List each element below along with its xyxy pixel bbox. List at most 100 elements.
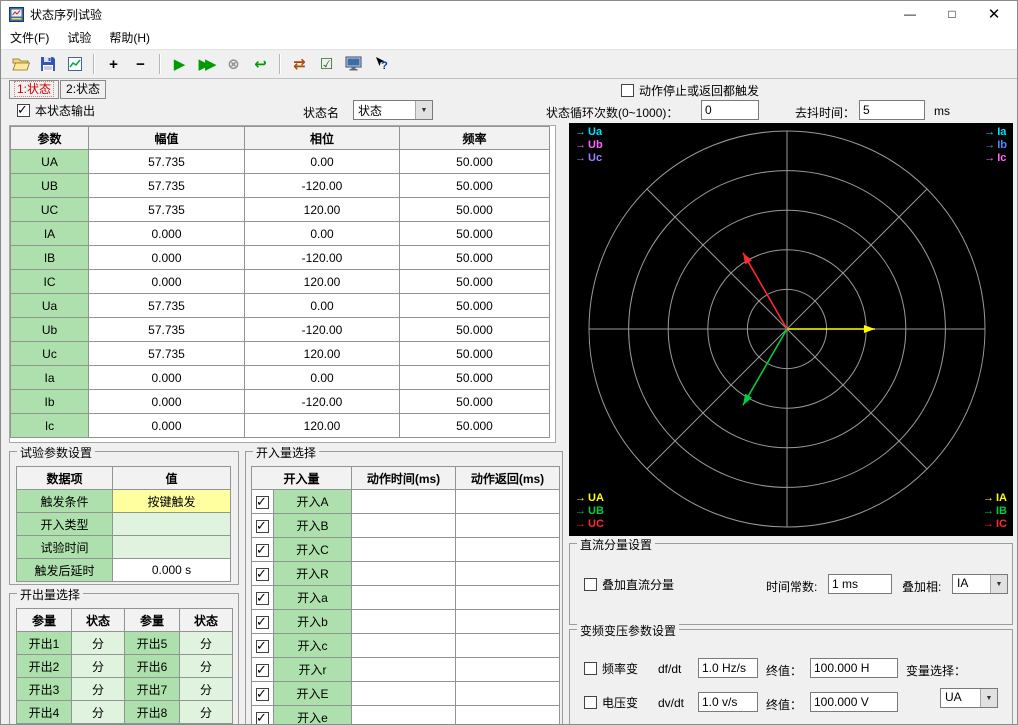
param-value-cell[interactable]: 57.735 bbox=[88, 149, 245, 174]
output-state-cell[interactable]: 分 bbox=[179, 631, 233, 655]
action-time-cell bbox=[351, 633, 457, 658]
checkbox[interactable] bbox=[256, 494, 269, 510]
menu-item[interactable]: 试验 bbox=[58, 27, 100, 49]
param-value-cell[interactable]: 50.000 bbox=[399, 389, 550, 414]
checkbox[interactable] bbox=[256, 614, 269, 630]
test-param-value-cell[interactable]: 按键触发 bbox=[112, 489, 231, 513]
output-state-cell[interactable]: 分 bbox=[179, 700, 233, 724]
param-value-cell[interactable]: 0.000 bbox=[88, 389, 245, 414]
param-value-cell[interactable]: 57.735 bbox=[88, 341, 245, 366]
state-output-checkbox[interactable]: 本状态输出 bbox=[17, 102, 95, 119]
param-value-cell[interactable]: 120.00 bbox=[244, 413, 400, 438]
output-state-cell[interactable]: 分 bbox=[179, 654, 233, 678]
checklist-icon[interactable]: ☑ bbox=[314, 52, 339, 76]
output-state-cell[interactable]: 分 bbox=[71, 700, 125, 724]
checkbox[interactable] bbox=[256, 710, 269, 724]
param-value-cell[interactable]: 120.00 bbox=[244, 341, 400, 366]
param-value-cell[interactable]: 50.000 bbox=[399, 413, 550, 438]
test-param-value-cell[interactable]: 0.000 s bbox=[112, 558, 231, 582]
param-value-cell[interactable]: 50.000 bbox=[399, 221, 550, 246]
dc-superimpose-checkbox[interactable]: 叠加直流分量 bbox=[584, 576, 674, 593]
param-value-cell[interactable]: 50.000 bbox=[399, 245, 550, 270]
test-param-value-cell[interactable] bbox=[112, 535, 231, 559]
monitor-icon[interactable] bbox=[341, 52, 366, 76]
param-value-cell[interactable]: 0.00 bbox=[244, 293, 400, 318]
add-state-icon[interactable]: + bbox=[101, 52, 126, 76]
param-value-cell[interactable]: -120.00 bbox=[244, 173, 400, 198]
open-file-icon[interactable] bbox=[8, 52, 33, 76]
param-value-cell[interactable]: 50.000 bbox=[399, 149, 550, 174]
help-icon[interactable]: ? bbox=[368, 52, 393, 76]
transfer-icon[interactable]: ⇄ bbox=[287, 52, 312, 76]
param-value-cell[interactable]: 0.00 bbox=[244, 365, 400, 390]
legend-entry: → UB bbox=[575, 505, 604, 518]
param-value-cell[interactable]: 0.000 bbox=[88, 365, 245, 390]
debounce-input[interactable] bbox=[859, 100, 925, 120]
action-return-cell bbox=[455, 681, 561, 706]
continue-test-icon[interactable]: ▶▶ bbox=[194, 52, 219, 76]
param-value-cell[interactable]: 120.00 bbox=[244, 269, 400, 294]
checkbox[interactable] bbox=[256, 542, 269, 558]
voltage-end-input[interactable] bbox=[810, 692, 898, 712]
remove-state-icon[interactable]: − bbox=[128, 52, 153, 76]
param-value-cell[interactable]: 50.000 bbox=[399, 365, 550, 390]
maximize-button[interactable]: □ bbox=[931, 1, 973, 27]
state-name-select[interactable]: 状态 ▼ bbox=[353, 100, 433, 120]
output-state-cell[interactable]: 分 bbox=[71, 631, 125, 655]
param-value-cell[interactable]: 50.000 bbox=[399, 197, 550, 222]
param-table-row: Ub 57.735 -120.00 50.000 bbox=[10, 317, 550, 342]
freq-change-checkbox[interactable]: 频率变 bbox=[584, 660, 638, 677]
menu-item[interactable]: 帮助(H) bbox=[100, 27, 159, 49]
param-value-cell[interactable]: 50.000 bbox=[399, 293, 550, 318]
minimize-button[interactable]: — bbox=[889, 1, 931, 27]
param-value-cell[interactable]: 0.00 bbox=[244, 149, 400, 174]
checkbox[interactable] bbox=[256, 662, 269, 678]
param-value-cell[interactable]: 50.000 bbox=[399, 269, 550, 294]
menu-item[interactable]: 文件(F) bbox=[1, 27, 58, 49]
output-state-cell[interactable]: 分 bbox=[71, 677, 125, 701]
param-value-cell[interactable]: 57.735 bbox=[88, 173, 245, 198]
stop-test-icon[interactable]: ⊗ bbox=[221, 52, 246, 76]
time-constant-input[interactable] bbox=[828, 574, 892, 594]
save-icon[interactable] bbox=[35, 52, 60, 76]
action-stop-return-checkbox[interactable]: 动作停止或返回都触发 bbox=[621, 82, 759, 99]
dvdt-input[interactable] bbox=[698, 692, 758, 712]
param-value-cell[interactable]: -120.00 bbox=[244, 317, 400, 342]
param-value-cell[interactable]: 57.735 bbox=[88, 317, 245, 342]
checkbox[interactable] bbox=[256, 590, 269, 606]
param-value-cell[interactable]: 57.735 bbox=[88, 293, 245, 318]
start-test-icon[interactable]: ▶ bbox=[167, 52, 192, 76]
param-value-cell[interactable]: 50.000 bbox=[399, 317, 550, 342]
param-value-cell[interactable]: 0.000 bbox=[88, 269, 245, 294]
param-value-cell[interactable]: 0.00 bbox=[244, 221, 400, 246]
tab-2-state[interactable]: 2:状态 bbox=[60, 80, 107, 99]
checkbox[interactable] bbox=[256, 566, 269, 582]
param-value-cell[interactable]: 120.00 bbox=[244, 197, 400, 222]
checkbox[interactable] bbox=[256, 638, 269, 654]
checkbox[interactable] bbox=[256, 518, 269, 534]
output-state-cell[interactable]: 分 bbox=[71, 654, 125, 678]
loop-count-input[interactable] bbox=[701, 100, 759, 120]
variable-select[interactable]: UA ▼ bbox=[940, 688, 998, 708]
param-value-cell[interactable]: 0.000 bbox=[88, 245, 245, 270]
param-value-cell[interactable]: -120.00 bbox=[244, 389, 400, 414]
dc-phase-select[interactable]: IA ▼ bbox=[952, 574, 1008, 594]
reset-icon[interactable]: ↩ bbox=[248, 52, 273, 76]
param-value-cell[interactable]: 57.735 bbox=[88, 197, 245, 222]
legend-arrow-icon: → bbox=[575, 152, 586, 164]
waveform-report-icon[interactable] bbox=[62, 52, 87, 76]
voltage-change-checkbox[interactable]: 电压变 bbox=[584, 694, 638, 711]
param-value-cell[interactable]: 50.000 bbox=[399, 341, 550, 366]
test-param-name-cell: 试验时间 bbox=[16, 535, 113, 559]
output-state-cell[interactable]: 分 bbox=[179, 677, 233, 701]
param-value-cell[interactable]: -120.00 bbox=[244, 245, 400, 270]
param-value-cell[interactable]: 50.000 bbox=[399, 173, 550, 198]
param-value-cell[interactable]: 0.000 bbox=[88, 413, 245, 438]
test-param-value-cell[interactable] bbox=[112, 512, 231, 536]
tab-1-state[interactable]: 1:状态 bbox=[9, 80, 60, 99]
freq-end-input[interactable] bbox=[810, 658, 898, 678]
param-value-cell[interactable]: 0.000 bbox=[88, 221, 245, 246]
dfdt-input[interactable] bbox=[698, 658, 758, 678]
checkbox[interactable] bbox=[256, 686, 269, 702]
close-button[interactable]: ✕ bbox=[973, 1, 1015, 27]
